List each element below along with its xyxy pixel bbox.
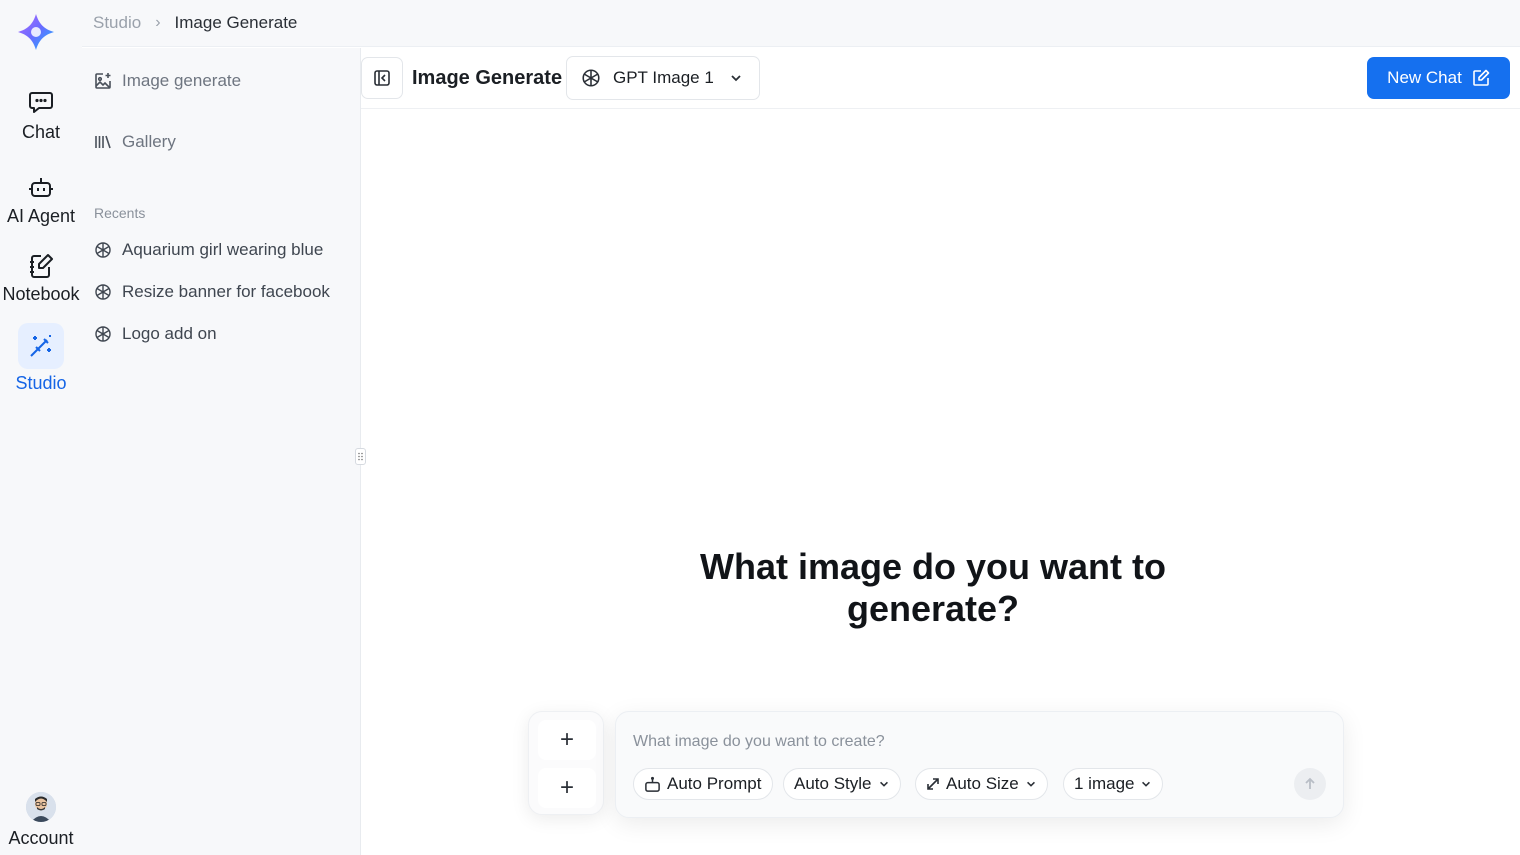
rail-item-label: Studio (15, 373, 67, 393)
auto-prompt-label: Auto Prompt (667, 774, 762, 793)
chevron-down-icon (731, 75, 741, 82)
chevron-down-icon (1026, 781, 1035, 787)
image-edit-icon (95, 73, 111, 89)
openai-icon (582, 69, 600, 87)
recents-heading: Recents (94, 205, 146, 221)
edit-icon (1473, 69, 1490, 86)
send-button[interactable] (1294, 768, 1326, 800)
page-title: Image Generate (412, 67, 563, 89)
rail-item-label: Chat (21, 122, 61, 142)
breadcrumb-parent[interactable]: Studio (93, 13, 141, 33)
account-label: Account (8, 828, 74, 848)
main-heading: What image do you want to generate? (700, 546, 1166, 629)
recent-item[interactable]: Resize banner for facebook (94, 282, 330, 302)
rail-item-notebook[interactable]: Notebook (0, 252, 82, 305)
collapse-sidebar-button[interactable] (361, 57, 403, 99)
resize-arrows-icon (927, 778, 939, 790)
sidebar-item-label: Image generate (122, 71, 242, 90)
openai-icon (95, 326, 111, 342)
add-button[interactable]: + (538, 720, 596, 760)
plus-icon: + (559, 774, 574, 801)
prompt-input[interactable] (633, 730, 1273, 754)
arrow-up-icon (1305, 777, 1315, 789)
auto-size-dropdown[interactable]: Auto Size (915, 768, 1048, 800)
auto-style-label: Auto Style (794, 774, 872, 793)
prompt-composer: Auto Prompt Auto Style Auto Size 1 image (615, 711, 1344, 818)
user-avatar-icon (26, 792, 56, 822)
drag-handle-icon (358, 452, 363, 461)
recent-item[interactable]: Aquarium girl wearing blue (94, 240, 323, 260)
app-rail: Chat AI Agent Notebook Studio Account (0, 0, 82, 855)
auto-size-label: Auto Size (946, 774, 1019, 793)
app-logo-icon[interactable] (16, 12, 56, 52)
sidebar-item-image-generate[interactable]: Image generate (94, 71, 241, 91)
chat-icon (29, 92, 53, 113)
rail-item-label: AI Agent (6, 206, 76, 226)
library-icon (95, 135, 111, 149)
magic-wand-icon (30, 335, 51, 357)
model-select[interactable]: GPT Image 1 (566, 56, 760, 100)
sidebar-resize-handle[interactable] (355, 448, 366, 465)
sidebar-item-label: Gallery (122, 132, 176, 151)
recent-item-label: Resize banner for facebook (122, 282, 330, 301)
openai-icon (95, 284, 111, 300)
add-button[interactable]: + (538, 768, 596, 808)
studio-icon-box (18, 323, 64, 369)
chevron-down-icon (1142, 781, 1151, 787)
sidebar-collapse-icon (374, 70, 390, 86)
rail-item-label: Notebook (2, 284, 80, 304)
robot-icon (29, 178, 53, 197)
new-chat-label: New Chat (1387, 68, 1462, 87)
chevron-down-icon (879, 781, 888, 787)
new-chat-button[interactable]: New Chat (1367, 57, 1510, 99)
recent-item[interactable]: Logo add on (94, 324, 217, 344)
sidebar-item-gallery[interactable]: Gallery (94, 132, 176, 152)
notebook-icon (30, 254, 53, 278)
avatar (26, 792, 56, 822)
model-select-value: GPT Image 1 (613, 68, 714, 87)
recent-item-label: Aquarium girl wearing blue (122, 240, 324, 259)
rail-item-ai-agent[interactable]: AI Agent (0, 174, 82, 227)
robot-icon (645, 776, 660, 792)
account-button[interactable]: Account (0, 792, 82, 849)
image-count-dropdown[interactable]: 1 image (1063, 768, 1164, 800)
openai-icon (95, 242, 111, 258)
recent-item-label: Logo add on (122, 324, 217, 343)
breadcrumb: Studio › Image Generate (82, 0, 1520, 47)
studio-sidebar: Image generate Gallery Recents Aquarium … (82, 48, 361, 855)
auto-style-dropdown[interactable]: Auto Style (783, 768, 901, 800)
auto-prompt-button[interactable]: Auto Prompt (633, 768, 773, 800)
breadcrumb-current: Image Generate (174, 13, 298, 32)
rail-item-studio[interactable]: Studio (0, 323, 82, 394)
main-header: Image Generate GPT Image 1 New Chat (361, 48, 1520, 109)
attachment-column: + + (528, 711, 604, 815)
image-count-label: 1 image (1074, 774, 1135, 793)
plus-icon: + (559, 726, 574, 753)
rail-item-chat[interactable]: Chat (0, 88, 82, 143)
chevron-right-icon: › (155, 14, 161, 31)
